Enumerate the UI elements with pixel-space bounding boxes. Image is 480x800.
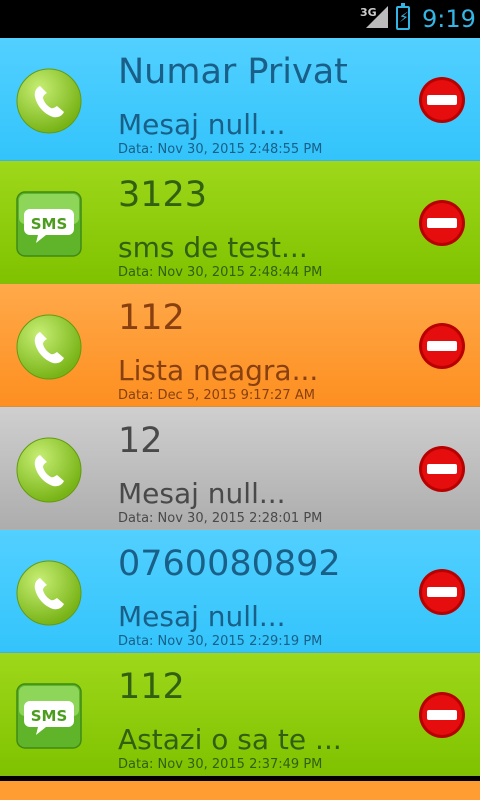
timestamp: Data: Nov 30, 2015 2:48:44 PM (118, 265, 323, 280)
signal-icon (366, 6, 388, 28)
phone-call-icon (16, 437, 82, 503)
battery-charging-icon: ⚡ (396, 3, 410, 30)
message-preview: Lista neagra... (118, 354, 319, 387)
caller-number: 112 (118, 298, 185, 338)
message-preview: Astazi o sa te ... (118, 723, 342, 756)
phone-call-icon (16, 560, 82, 626)
message-preview: sms de test... (118, 231, 308, 264)
status-bar: 3G ⚡ 9:19 (0, 0, 480, 38)
caller-number: 112 (118, 667, 185, 707)
list-item[interactable]: Numar Privat Mesaj null... Data: Nov 30,… (0, 38, 480, 161)
timestamp: Data: Nov 30, 2015 2:48:55 PM (118, 142, 323, 157)
list-item[interactable]: SMS 3123 sms de test... Data: Nov 30, 20… (0, 161, 480, 284)
delete-remove-icon[interactable] (418, 568, 466, 616)
phone-call-icon (16, 314, 82, 380)
delete-remove-icon[interactable] (418, 445, 466, 493)
timestamp: Data: Nov 30, 2015 2:28:01 PM (118, 511, 323, 526)
list-item[interactable]: SMS 112 Astazi o sa te ... Data: Nov 30,… (0, 653, 480, 776)
caller-number: 3123 (118, 175, 208, 215)
message-preview: Mesaj null... (118, 600, 286, 633)
status-time: 9:19 (422, 5, 476, 33)
caller-number: 12 (118, 421, 163, 461)
sms-message-icon: SMS (16, 191, 82, 257)
blocked-calls-list: Numar Privat Mesaj null... Data: Nov 30,… (0, 38, 480, 800)
next-list-item-partial[interactable] (0, 781, 480, 800)
phone-call-icon (16, 68, 82, 134)
timestamp: Data: Nov 30, 2015 2:37:49 PM (118, 757, 323, 772)
delete-remove-icon[interactable] (418, 691, 466, 739)
message-preview: Mesaj null... (118, 108, 286, 141)
delete-remove-icon[interactable] (418, 322, 466, 370)
delete-remove-icon[interactable] (418, 199, 466, 247)
timestamp: Data: Dec 5, 2015 9:17:27 AM (118, 388, 315, 403)
list-item[interactable]: 0760080892 Mesaj null... Data: Nov 30, 2… (0, 530, 480, 653)
list-item[interactable]: 12 Mesaj null... Data: Nov 30, 2015 2:28… (0, 407, 480, 530)
delete-remove-icon[interactable] (418, 76, 466, 124)
sms-icon-label: SMS (31, 707, 68, 725)
sms-icon-label: SMS (31, 215, 68, 233)
sms-message-icon: SMS (16, 683, 82, 749)
timestamp: Data: Nov 30, 2015 2:29:19 PM (118, 634, 323, 649)
caller-number: Numar Privat (118, 52, 348, 92)
message-preview: Mesaj null... (118, 477, 286, 510)
caller-number: 0760080892 (118, 544, 341, 584)
list-item[interactable]: 112 Lista neagra... Data: Dec 5, 2015 9:… (0, 284, 480, 407)
